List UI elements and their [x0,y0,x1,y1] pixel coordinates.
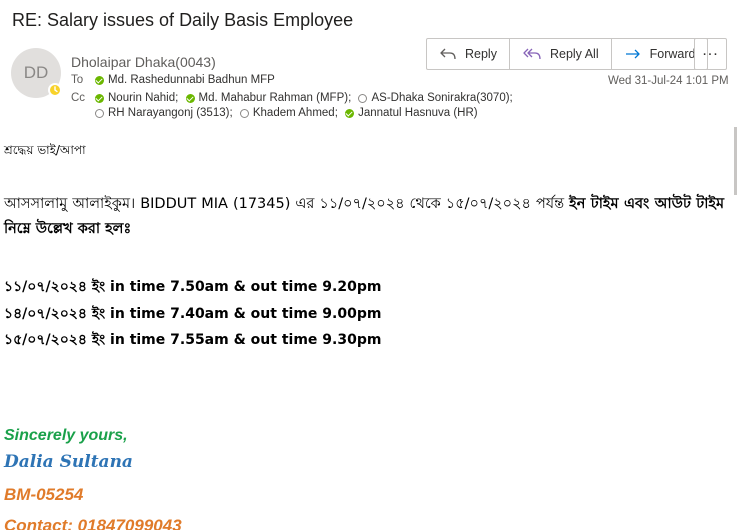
cc-label: Cc [71,92,86,104]
recipient[interactable]: Jannatul Hasnuva (HR) [345,107,478,119]
recipient[interactable]: Md. Rashedunnabi Badhun MFP [95,74,275,86]
time-entry: ১৪/০৭/২০২৪ ইং in time 7.40am & out time … [4,306,382,322]
recipient[interactable]: Md. Mahabur Rahman (MFP); [185,92,351,104]
body-intro: আসসালামু আলাইকুম। BIDDUT MIA (17345) এর … [4,196,570,212]
cc-recipients-line-2: RH Narayangonj (3513); Khadem Ahmed; Jan… [95,107,478,121]
reply-all-label: Reply All [549,47,599,61]
sent-date: Wed 31-Jul-24 1:01 PM [608,75,729,87]
available-status-icon [95,93,104,103]
available-status-icon [95,75,104,85]
recipient[interactable]: Nourin Nahid; [95,92,178,104]
forward-label: Forward [649,47,696,61]
offline-status-icon [239,108,249,118]
available-status-icon [185,93,195,103]
reply-all-button[interactable]: Reply All [510,39,612,69]
available-status-icon [345,108,355,118]
sender-name[interactable]: Dholaipar Dhaka(0043) [71,54,216,70]
presence-away-icon [48,83,62,97]
reply-label: Reply [465,47,497,61]
reply-all-icon [523,48,541,60]
recipient[interactable]: RH Narayangonj (3513); [95,107,233,119]
email-subject: RE: Salary issues of Daily Basis Employe… [12,10,354,30]
to-label: To [71,74,84,86]
body-paragraph: আসসালামু আলাইকুম। BIDDUT MIA (17345) এর … [4,192,724,242]
forward-icon [625,49,640,59]
time-entry: ১১/০৭/২০২৪ ইং in time 7.50am & out time … [4,279,382,295]
offline-status-icon [358,93,368,103]
recipient[interactable]: AS-Dhaka Sonirakra(3070); [358,92,513,104]
signature-closing: Sincerely yours, [4,427,128,444]
avatar-initials: DD [23,63,49,82]
cc-recipients-line-1: Nourin Nahid; Md. Mahabur Rahman (MFP); … [95,92,513,106]
more-icon: ... [702,42,719,59]
more-actions-button[interactable]: ... [694,38,727,70]
signature-id: BM-05254 [4,485,84,504]
signature-name: Dalia Sultana [4,452,133,472]
time-entry: ১৫/০৭/২০২৪ ইং in time 7.55am & out time … [4,332,382,348]
reply-button[interactable]: Reply [427,39,510,69]
offline-status-icon [95,108,104,118]
recipient[interactable]: Khadem Ahmed; [239,107,338,119]
greeting: শ্রদ্ধেয় ভাই/আপা [4,143,86,157]
signature-contact: Contact: 01847099043 [4,516,182,530]
reply-icon [440,48,456,60]
message-actions: Reply Reply All Forward [426,38,709,70]
to-recipients: Md. Rashedunnabi Badhun MFP [95,74,275,88]
